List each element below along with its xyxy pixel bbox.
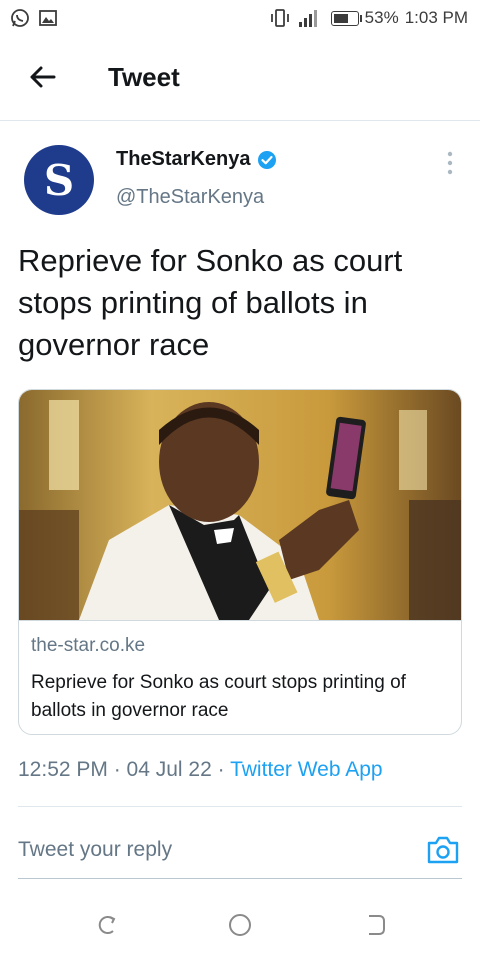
battery-percent: 53%	[364, 8, 399, 27]
author-name-row: TheStarKenya	[116, 148, 277, 171]
tweet-text: Reprieve for Sonko as court stops printi…	[18, 243, 403, 362]
card-domain: the-star.co.ke	[31, 635, 146, 656]
display-name[interactable]: TheStarKenya	[116, 148, 251, 171]
avatar[interactable]: S	[24, 145, 94, 215]
home-nav-icon[interactable]	[227, 912, 253, 938]
arrow-left-icon[interactable]	[26, 60, 60, 94]
back-nav-icon[interactable]	[94, 912, 120, 938]
vibrate-icon	[270, 9, 289, 27]
app-header: Tweet	[0, 38, 480, 121]
status-bar: 53% 1:03 PM	[0, 0, 480, 38]
reply-input[interactable]	[18, 830, 398, 870]
whatsapp-icon	[11, 9, 29, 27]
more-options-icon[interactable]	[444, 150, 456, 176]
card-body: the-star.co.ke Reprieve for Sonko as cou…	[19, 620, 461, 734]
user-handle[interactable]: @TheStarKenya	[116, 186, 264, 209]
battery-icon	[330, 10, 362, 26]
recents-nav-icon[interactable]	[362, 912, 388, 938]
divider	[18, 806, 462, 807]
camera-icon[interactable]	[426, 834, 460, 866]
system-nav-bar	[0, 900, 480, 960]
page-title: Tweet	[108, 62, 180, 92]
clock: 1:03 PM	[404, 8, 468, 27]
tweet-meta: 12:52 PM · 04 Jul 22 · Twitter Web App	[18, 758, 383, 782]
reply-underline	[18, 878, 462, 879]
link-card[interactable]: the-star.co.ke Reprieve for Sonko as cou…	[18, 389, 462, 735]
card-image	[19, 390, 461, 620]
verified-badge-icon	[257, 150, 276, 169]
signal-icon	[298, 10, 317, 27]
avatar-letter: S	[43, 155, 75, 205]
tweet-source-link[interactable]: Twitter Web App	[230, 758, 383, 781]
gallery-icon	[39, 10, 57, 26]
tweet-timestamp: 12:52 PM · 04 Jul 22 ·	[18, 758, 231, 781]
card-title: Reprieve for Sonko as court stops printi…	[31, 672, 406, 721]
